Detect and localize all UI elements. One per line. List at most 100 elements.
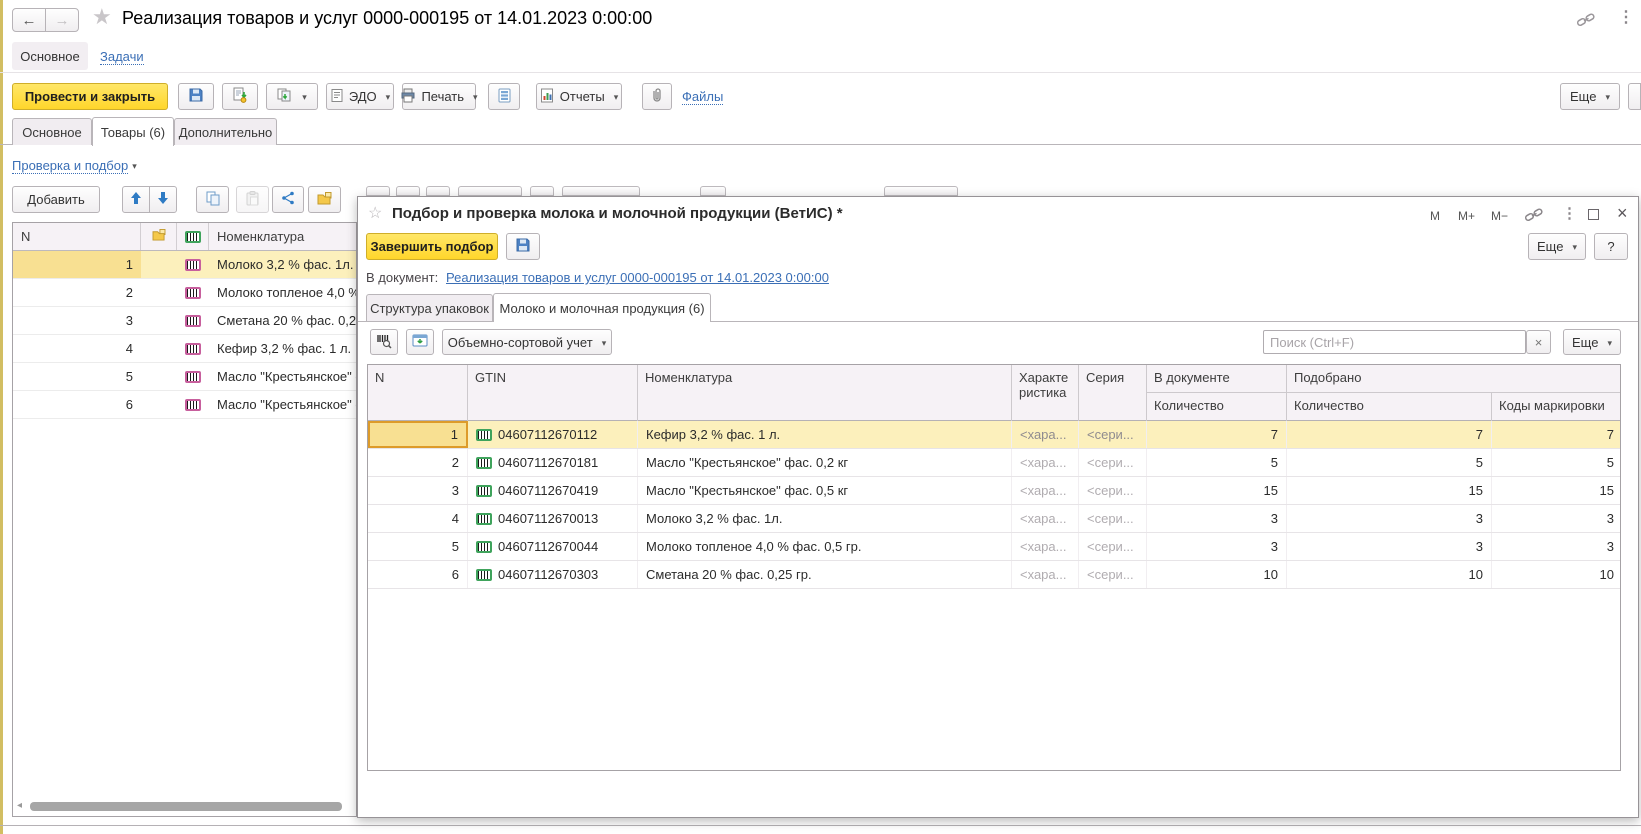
status-folder-icon — [152, 229, 166, 244]
paste-button[interactable] — [236, 186, 269, 213]
post-and-close-button[interactable]: Провести и закрыть — [12, 83, 168, 110]
get-link-icon[interactable] — [1576, 12, 1596, 31]
page-title: Реализация товаров и услуг 0000-000195 о… — [122, 8, 652, 29]
scale-m-plus-button[interactable]: M+ — [1458, 209, 1475, 223]
goods-table: N Номенклатура 1 Молоко 3,2 % фас. 1л. 2… — [12, 222, 357, 817]
set-status-button[interactable] — [308, 186, 341, 213]
tab-milk-products[interactable]: Молоко и молочная продукция (6) — [493, 293, 711, 322]
save-button[interactable] — [178, 83, 214, 110]
col-quantity-selected: Количество — [1287, 393, 1492, 421]
create-based-on-button[interactable] — [266, 83, 318, 110]
table-import-icon — [412, 333, 428, 351]
window-more-caret — [1601, 89, 1610, 104]
search-input[interactable] — [1263, 330, 1526, 354]
covered-button-top — [700, 186, 726, 196]
in-document-link[interactable]: Реализация товаров и услуг 0000-000195 о… — [446, 270, 829, 285]
document-register-button[interactable] — [488, 83, 520, 110]
files-link[interactable]: Файлы — [682, 89, 723, 104]
goods-row[interactable]: 2 Молоко топленое 4,0 % — [13, 279, 357, 307]
goods-row-n: 6 — [13, 391, 141, 418]
tab-main[interactable]: Основное — [12, 118, 92, 145]
app-root: { "window": { "title": "Реализация товар… — [0, 0, 1641, 834]
goods-row-n: 5 — [13, 363, 141, 390]
goods-row[interactable]: 3 Сметана 20 % фас. 0,25 — [13, 307, 357, 335]
nav-tab-tasks[interactable]: Задачи — [100, 49, 144, 64]
cell-series: <сери... — [1079, 477, 1147, 504]
check-and-select-link[interactable]: Проверка и подбор — [12, 158, 137, 173]
selection-row[interactable]: 1 04607112670112 Кефир 3,2 % фас. 1 л. <… — [368, 421, 1621, 449]
print-button[interactable]: Печать — [402, 83, 476, 110]
scale-m-minus-button[interactable]: M− — [1491, 209, 1508, 223]
cell-doc-qty: 7 — [1147, 421, 1287, 448]
favorite-star-icon[interactable]: ★ — [92, 6, 112, 28]
dialog-menu-dots-icon[interactable]: ⋮ — [1562, 206, 1577, 221]
back-button[interactable]: ← — [12, 8, 46, 32]
cell-characteristic: <хара... — [1012, 449, 1079, 476]
goods-row-status-cell — [141, 279, 177, 306]
tab-additional[interactable]: Дополнительно — [174, 118, 277, 145]
selection-row[interactable]: 5 04607112670044 Молоко топленое 4,0 % ф… — [368, 533, 1621, 561]
attachments-button[interactable] — [642, 83, 672, 110]
cell-n: 2 — [368, 449, 468, 476]
gtin-barcode-icon — [476, 541, 492, 553]
search-clear-button[interactable]: × — [1526, 330, 1551, 354]
move-row-up-button[interactable] — [122, 186, 150, 213]
dialog-help-button[interactable]: ? — [1594, 233, 1628, 260]
window-more-label: Еще — [1570, 89, 1596, 104]
finish-selection-button[interactable]: Завершить подбор — [366, 233, 498, 260]
dialog-get-link-icon[interactable] — [1524, 207, 1544, 226]
cell-selected-qty: 5 — [1287, 449, 1492, 476]
load-table-button[interactable] — [406, 329, 434, 355]
dialog-more-button[interactable]: Еще — [1528, 233, 1586, 260]
horizontal-scrollbar-thumb[interactable] — [30, 802, 342, 811]
tab-milk-products-label: Молоко и молочная продукция (6) — [499, 301, 704, 316]
goods-table-header[interactable]: N Номенклатура — [13, 223, 357, 251]
unmarked-barcode-icon — [185, 287, 201, 299]
help-button-clipped[interactable] — [1628, 83, 1641, 110]
forward-button[interactable]: → — [45, 8, 79, 32]
volume-accounting-button[interactable]: Объемно-сортовой учет — [442, 329, 612, 355]
copy-button[interactable] — [196, 186, 229, 213]
scan-barcode-button[interactable] — [370, 329, 398, 355]
goods-row[interactable]: 1 Молоко 3,2 % фас. 1л. — [13, 251, 357, 279]
edo-button[interactable]: ЭДО — [326, 83, 394, 110]
goods-row-n: 3 — [13, 307, 141, 334]
cell-series: <сери... — [1079, 505, 1147, 532]
cell-gtin: 04607112670013 — [468, 505, 638, 532]
dialog-close-icon[interactable]: × — [1617, 204, 1628, 222]
selection-row[interactable]: 4 04607112670013 Молоко 3,2 % фас. 1л. <… — [368, 505, 1621, 533]
move-row-down-button[interactable] — [149, 186, 177, 213]
dialog-save-button[interactable] — [506, 233, 540, 260]
reports-button[interactable]: Отчеты — [536, 83, 622, 110]
goods-row[interactable]: 5 Масло "Крестьянское" ф — [13, 363, 357, 391]
cell-nomenclature: Кефир 3,2 % фас. 1 л. — [638, 421, 1012, 448]
dialog-title: Подбор и проверка молока и молочной прод… — [392, 205, 843, 222]
window-menu-dots-icon[interactable]: ⋮ — [1618, 10, 1634, 26]
tab-goods[interactable]: Товары (6) — [92, 117, 174, 146]
goods-row-name: Сметана 20 % фас. 0,25 — [209, 307, 357, 334]
volume-accounting-caret — [598, 335, 607, 350]
scale-m-button[interactable]: M — [1430, 209, 1440, 223]
goods-row-status-cell — [141, 307, 177, 334]
goods-row[interactable]: 4 Кефир 3,2 % фас. 1 л. — [13, 335, 357, 363]
selection-table-header[interactable]: N GTIN Номенклатура Характеристика Серия… — [368, 365, 1620, 421]
goods-row[interactable]: 6 Масло "Крестьянское" ф — [13, 391, 357, 419]
selection-row[interactable]: 2 04607112670181 Масло "Крестьянское" фа… — [368, 449, 1621, 477]
selection-row[interactable]: 6 04607112670303 Сметана 20 % фас. 0,25 … — [368, 561, 1621, 589]
table-more-button[interactable]: Еще — [1563, 329, 1621, 355]
selection-row[interactable]: 3 04607112670419 Масло "Крестьянское" фа… — [368, 477, 1621, 505]
reorder-actions-button[interactable] — [272, 186, 304, 213]
tab-package-structure[interactable]: Структура упаковок — [366, 294, 493, 321]
window-more-button[interactable]: Еще — [1560, 83, 1620, 110]
goods-col-marking — [177, 223, 209, 250]
add-row-button[interactable]: Добавить — [12, 186, 100, 213]
header-separator — [0, 72, 1641, 73]
dialog-favorite-star-icon[interactable]: ☆ — [368, 206, 382, 222]
unmarked-barcode-icon — [185, 399, 201, 411]
nav-tab-main[interactable]: Основное — [12, 42, 88, 70]
post-and-close-label: Провести и закрыть — [25, 89, 155, 104]
hscroll-left-arrow-icon[interactable]: ◂ — [17, 801, 22, 811]
dialog-maximize-icon[interactable] — [1588, 209, 1599, 220]
dialog-more-caret — [1568, 239, 1577, 254]
post-document-button[interactable] — [222, 83, 258, 110]
